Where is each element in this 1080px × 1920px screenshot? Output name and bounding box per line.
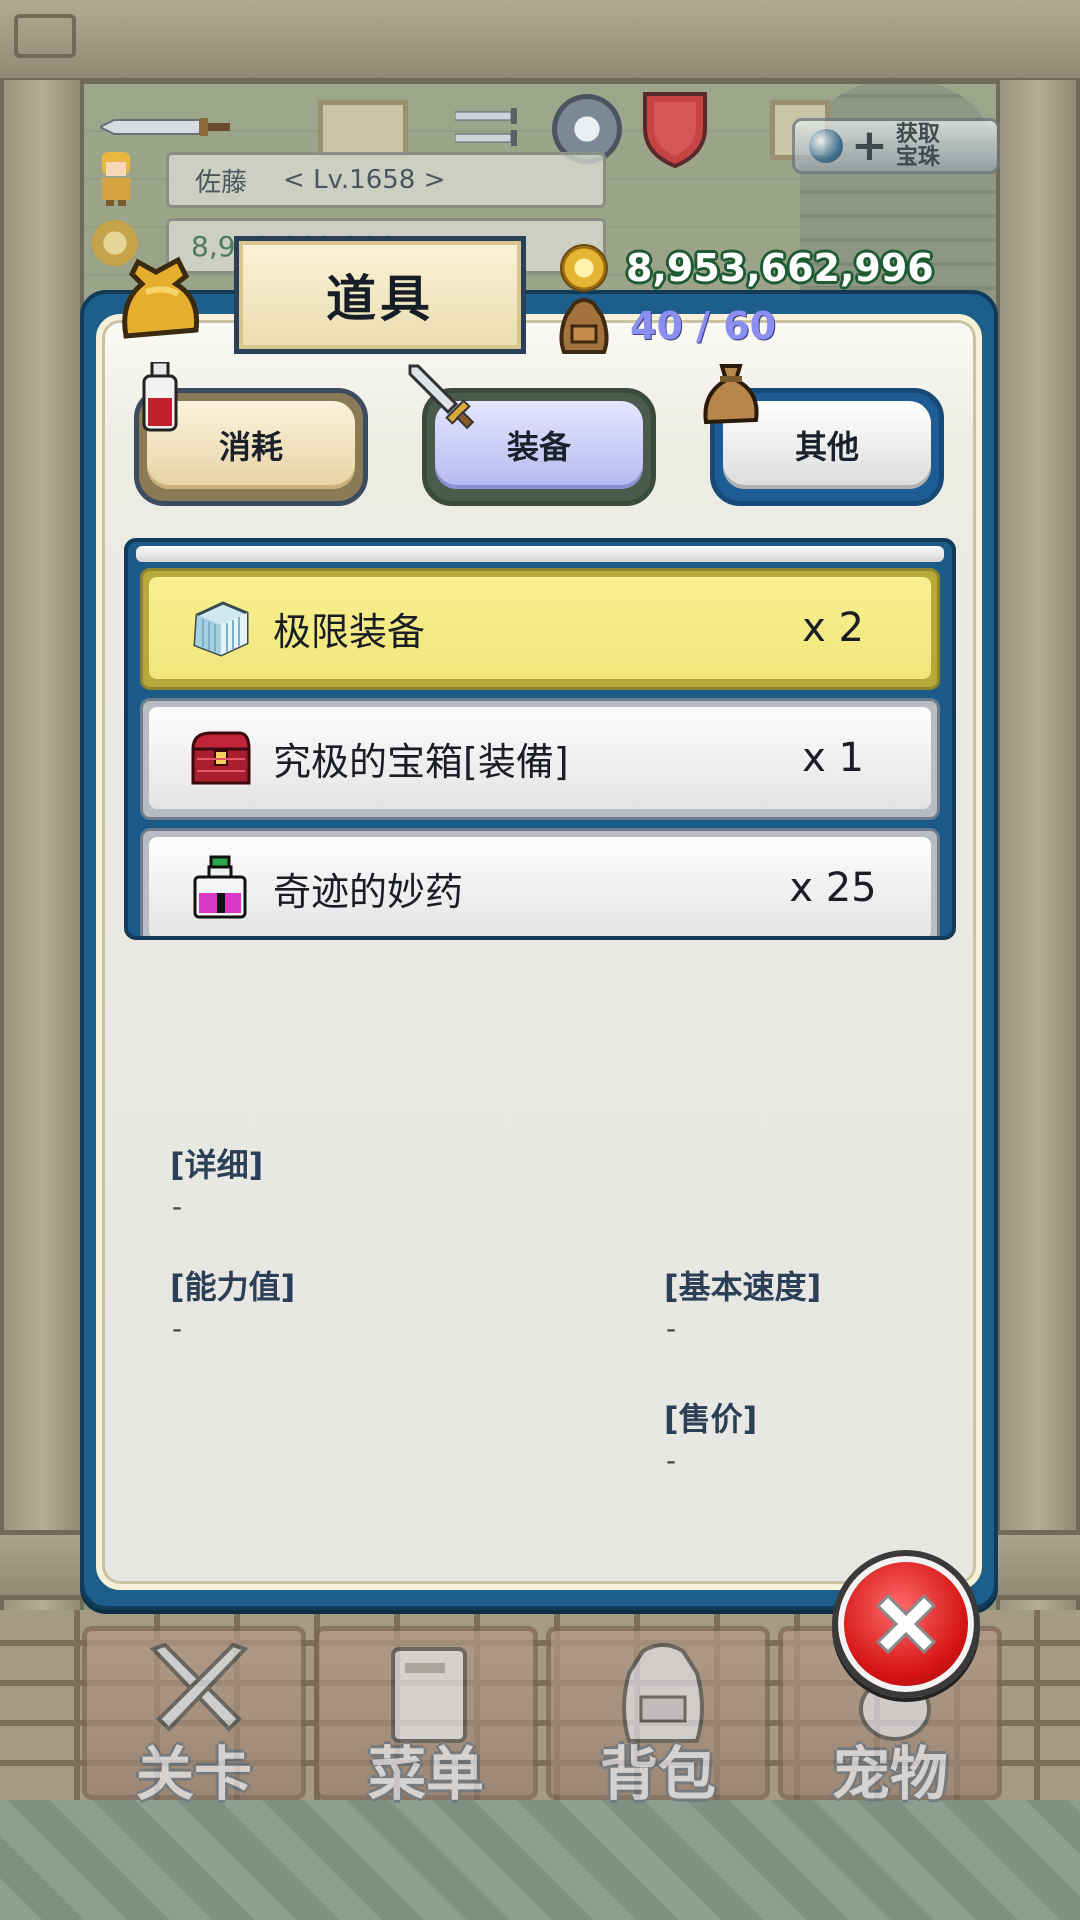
potion-bottle-icon: [193, 855, 247, 919]
treasure-chest-icon: [191, 731, 251, 785]
red-potion-icon: [142, 362, 178, 432]
speed-value: -: [666, 1312, 677, 1345]
red-shield-icon: [643, 92, 707, 168]
nav-pet-label: 宠物: [831, 1740, 948, 1808]
get-gem-button[interactable]: + 获取宝珠: [792, 118, 1000, 174]
item-name: 极限装备: [273, 609, 426, 654]
item-bag-icon: [122, 256, 200, 339]
price-label: [售价]: [664, 1400, 758, 1438]
dialog-title-text: 道具: [326, 270, 434, 328]
stats-value: -: [172, 1312, 183, 1345]
pouch-icon: [703, 364, 759, 425]
crystal-cube-icon: [193, 601, 249, 657]
close-button[interactable]: [832, 1550, 980, 1698]
item-list[interactable]: 极限装备 x 2 究极的宝箱[装備] x 1 奇迹的妙药 x 25: [124, 538, 956, 940]
tab-consumable-label: 消耗: [218, 428, 283, 466]
plus-icon: +: [851, 120, 888, 171]
player-name: 佐藤: [195, 167, 248, 198]
capacity-value: 40 / 60: [630, 304, 777, 348]
price-value: -: [666, 1444, 677, 1477]
gold-amount: 8,953,662,996: [626, 246, 934, 290]
sword-decor-icon: [100, 118, 230, 136]
item-quantity: x 25: [789, 865, 877, 911]
gem-icon: [809, 129, 843, 163]
item-quantity: x 2: [802, 605, 864, 651]
list-top-edge: [136, 546, 944, 562]
frame-bolt: [14, 14, 76, 58]
player-name-bar: 佐藤 < Lv.1658 >: [166, 152, 606, 208]
gold-display: 8,953,662,996: [560, 242, 934, 294]
nav-menu-label: 菜单: [367, 1740, 484, 1808]
background-window: [318, 100, 408, 160]
capacity-display: 40 / 60: [556, 298, 776, 354]
left-pillar: [0, 80, 84, 1620]
speed-label: [基本速度]: [664, 1268, 822, 1306]
item-name: 究极的宝箱[装備]: [273, 739, 569, 784]
item-name: 奇迹的妙药: [273, 869, 464, 914]
sword-icon: [408, 364, 475, 430]
nav-bag-label: 背包: [599, 1740, 716, 1808]
get-gem-label: 获取宝珠: [895, 121, 940, 170]
list-item[interactable]: 奇迹的妙药 x 25: [140, 828, 940, 936]
close-icon: [875, 1593, 937, 1655]
right-pillar: [996, 80, 1080, 1620]
tiled-floor: [0, 1800, 1080, 1920]
gold-coin-icon: [560, 244, 608, 292]
daggers-decor-icon: [455, 108, 517, 146]
top-frame: [0, 0, 1080, 84]
detail-value: -: [172, 1190, 183, 1223]
player-avatar: [102, 152, 130, 206]
nav-stage-label: 关卡: [135, 1740, 252, 1808]
list-item[interactable]: 极限装备 x 2: [140, 568, 940, 690]
dialog-title: 道具: [234, 236, 526, 354]
tab-equipment-label: 装备: [506, 428, 571, 466]
tab-other-label: 其他: [794, 428, 859, 466]
list-item[interactable]: 究极的宝箱[装備] x 1: [140, 698, 940, 820]
backpack-icon: [559, 298, 609, 354]
item-quantity: x 1: [802, 735, 864, 781]
nav-bag-button[interactable]: 背包: [546, 1626, 770, 1808]
nav-menu-button[interactable]: 菜单: [314, 1626, 538, 1808]
player-level: < Lv.1658 >: [283, 165, 446, 195]
detail-label: [详细]: [170, 1146, 264, 1184]
stats-label: [能力值]: [170, 1268, 296, 1306]
nav-stage-button[interactable]: 关卡: [82, 1626, 306, 1808]
